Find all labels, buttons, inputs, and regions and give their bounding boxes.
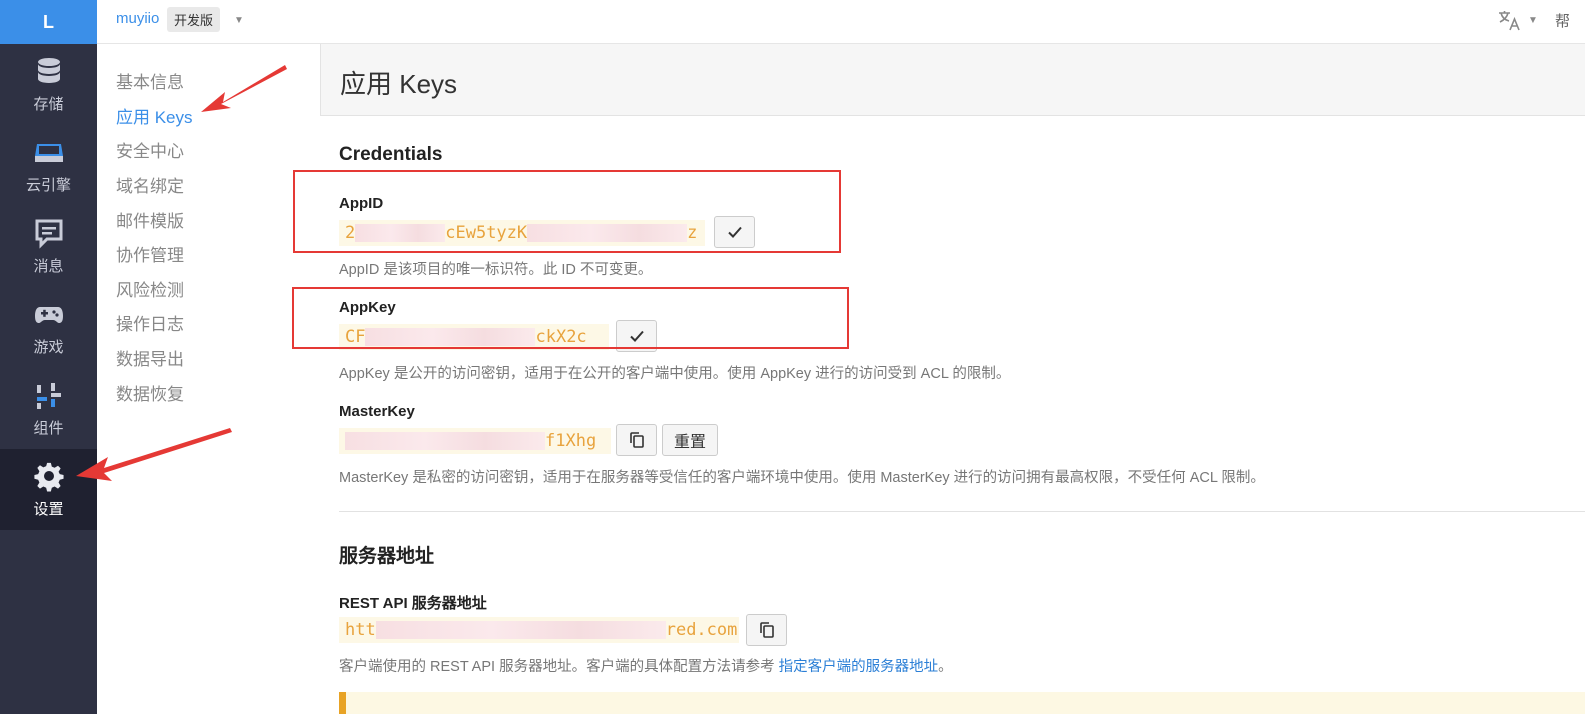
server-icon bbox=[34, 144, 63, 162]
annotation-arrow-settings bbox=[76, 428, 232, 481]
masterkey-value[interactable]: f1Xhg bbox=[339, 428, 611, 454]
appid-description: AppID 是该项目的唯一标识符。此 ID 不可变更。 bbox=[339, 262, 653, 278]
main-content: 应用 Keys Credentials AppID 2 cEw5tyzK z App… bbox=[320, 44, 1585, 714]
rest-api-copy-button[interactable] bbox=[746, 614, 787, 646]
annotation-box-appid bbox=[293, 170, 841, 253]
settings-subnav: 基本信息 应用 Keys 安全中心 域名绑定 邮件模版 协作管理 风险检测 操作… bbox=[97, 44, 320, 714]
rail-item-label: 存储 bbox=[33, 96, 64, 113]
rail-item-label: 游戏 bbox=[33, 339, 64, 356]
server-config-link[interactable]: 指定客户端的服务器地址 bbox=[779, 659, 939, 675]
edition-badge: 开发版 bbox=[167, 7, 221, 32]
rail-item-storage[interactable]: 存储 bbox=[0, 44, 97, 125]
page-title: 应用 Keys bbox=[340, 69, 458, 99]
help-link[interactable]: 帮 bbox=[1555, 10, 1570, 31]
subnav-item-export[interactable]: 数据导出 bbox=[116, 345, 184, 370]
gear-icon bbox=[33, 462, 64, 492]
chevron-down-icon[interactable]: ▼ bbox=[234, 15, 244, 26]
subnav-item-security[interactable]: 安全中心 bbox=[116, 137, 184, 162]
subnav-item-domain[interactable]: 域名绑定 bbox=[116, 172, 184, 197]
rest-api-description: 客户端使用的 REST API 服务器地址。客户端的具体配置方法请参考 指定客户… bbox=[339, 659, 953, 675]
rail-item-label: 云引擎 bbox=[25, 177, 71, 194]
appkey-description: AppKey 是公开的访问密钥，适用于在公开的客户端中使用。使用 AppKey … bbox=[339, 366, 1011, 382]
subnav-item-collaboration[interactable]: 协作管理 bbox=[116, 241, 184, 266]
rail-item-label: 组件 bbox=[33, 420, 64, 437]
copy-icon bbox=[629, 432, 644, 448]
chevron-down-icon[interactable]: ▼ bbox=[1528, 15, 1538, 26]
app-name-link[interactable]: muyiio bbox=[116, 10, 159, 27]
masterkey-copy-button[interactable] bbox=[616, 424, 657, 456]
page-header: 应用 Keys bbox=[320, 44, 1585, 116]
masterkey-description: MasterKey 是私密的访问密钥，适用于在服务器等受信任的客户端环境中使用。… bbox=[339, 470, 1265, 486]
database-icon bbox=[37, 58, 60, 83]
rail-item-label: 设置 bbox=[33, 501, 64, 518]
subnav-item-risk[interactable]: 风险检测 bbox=[116, 276, 184, 301]
app-logo[interactable]: L bbox=[0, 0, 97, 44]
subnav-item-email-templates[interactable]: 邮件模版 bbox=[116, 207, 184, 232]
rest-api-value[interactable]: htt red.com bbox=[339, 617, 739, 643]
rail-item-games[interactable]: 游戏 bbox=[0, 287, 97, 368]
masterkey-reset-button[interactable]: 重置 bbox=[662, 424, 718, 456]
translate-icon[interactable] bbox=[1497, 8, 1521, 32]
subnav-item-restore[interactable]: 数据恢复 bbox=[116, 380, 184, 405]
subnav-item-logs[interactable]: 操作日志 bbox=[116, 310, 184, 335]
notice-banner bbox=[339, 692, 1585, 714]
annotation-box-appkey bbox=[292, 287, 849, 349]
gamepad-icon bbox=[34, 307, 63, 323]
subnav-item-app-keys[interactable]: 应用 Keys bbox=[116, 103, 193, 128]
rest-api-label: REST API 服务器地址 bbox=[339, 595, 487, 612]
masterkey-label: MasterKey bbox=[339, 403, 415, 420]
widgets-icon bbox=[36, 383, 61, 409]
rail-item-messages[interactable]: 消息 bbox=[0, 206, 97, 287]
rail-item-engine[interactable]: 云引擎 bbox=[0, 125, 97, 206]
annotation-arrow-subnav bbox=[201, 65, 287, 112]
subnav-item-basic-info[interactable]: 基本信息 bbox=[116, 68, 184, 93]
credentials-heading: Credentials bbox=[339, 144, 443, 165]
top-bar: muyiio 开发版 ▼ ▼ 帮 bbox=[97, 0, 1585, 44]
rail-item-label: 消息 bbox=[33, 258, 64, 275]
server-heading: 服务器地址 bbox=[339, 546, 435, 567]
message-icon bbox=[35, 219, 62, 249]
left-rail: L 存储 云引擎 消息 游戏 组件 设置 bbox=[0, 0, 97, 714]
copy-icon bbox=[759, 622, 774, 638]
section-divider bbox=[339, 511, 1585, 512]
